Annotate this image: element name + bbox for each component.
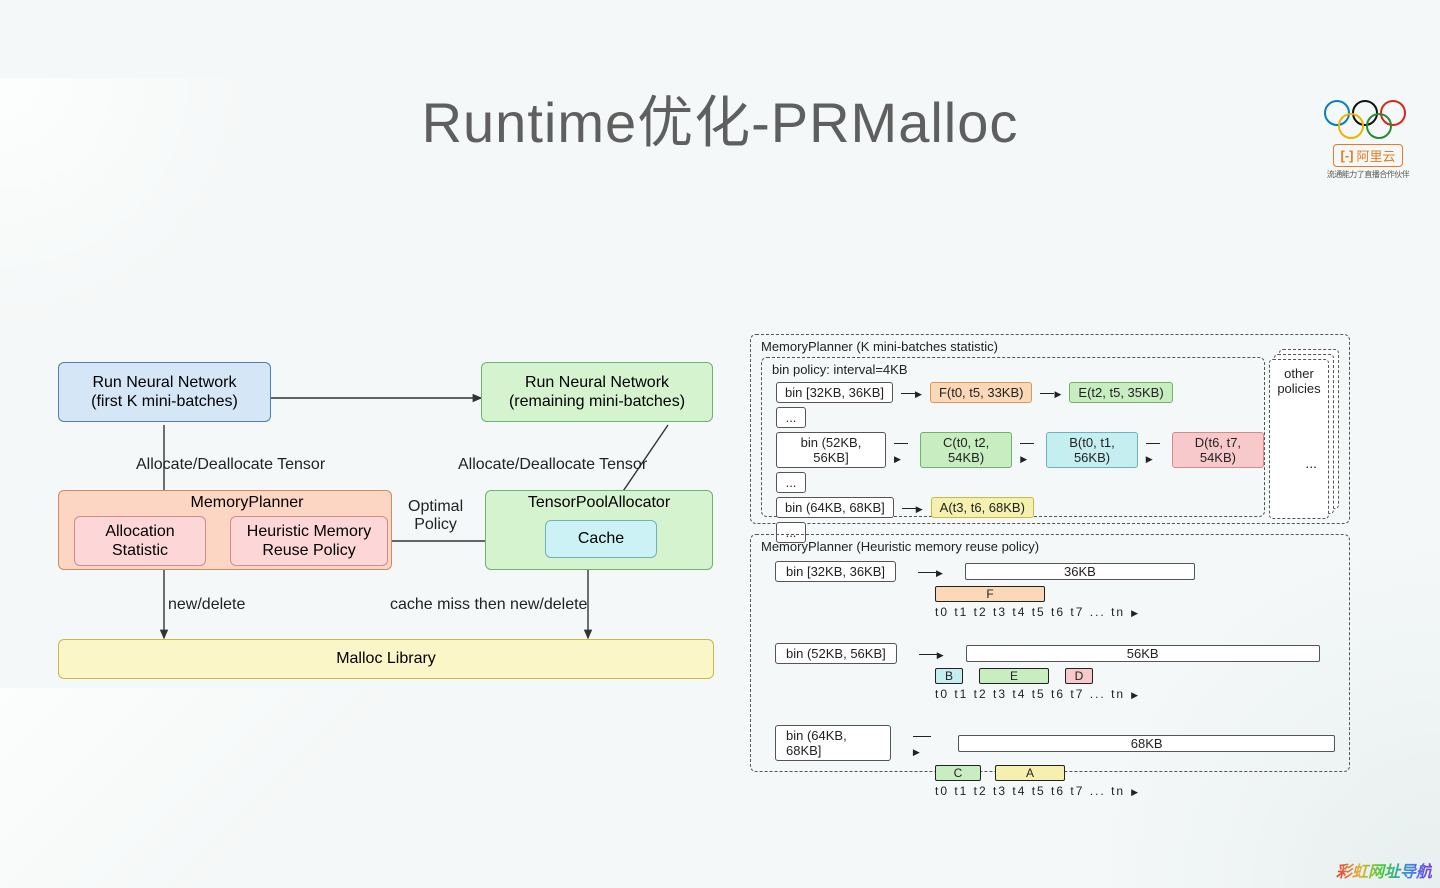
panel-top-title: MemoryPlanner (K mini-batches statistic): [761, 339, 998, 354]
alloc-chip: A(t3, t6, 68KB): [931, 497, 1034, 518]
bin-label: bin [32KB, 36KB]: [775, 561, 896, 582]
brand-subtext: 流通能力了直播合作伙伴: [1324, 169, 1412, 180]
bin-row: ...: [776, 472, 1264, 493]
tick-labels: t0 t1 t2 t3 t4 t5 t6 t7 ... tn: [935, 605, 1125, 619]
arrow-right-icon: ▶: [913, 728, 936, 758]
bin-slot: bin (52KB, 56KB]: [776, 432, 886, 468]
reuse-row: bin (52KB, 56KB] ▶ 56KBBEDt0 t1 t2 t3 t4 t…: [775, 643, 1335, 701]
alloc-chip: F(t0, t5, 33KB): [930, 382, 1033, 403]
arrow-right-icon: ▶: [918, 564, 943, 579]
label-new-delete: new/delete: [168, 596, 245, 614]
arrow-right-icon: ▶: [1020, 435, 1038, 465]
alloc-chip: B(t0, t1, 56KB): [1046, 432, 1138, 468]
box-run-nn-rest: Run Neural Network (remaining mini-batch…: [481, 362, 713, 422]
size-bar: 56KB: [966, 645, 1320, 662]
bin-label: bin (52KB, 56KB]: [775, 643, 897, 664]
timeline-segment: B: [935, 668, 963, 684]
axis-arrow-icon: [1131, 686, 1138, 701]
label-cache-miss: cache miss then new/delete: [390, 596, 587, 614]
box-run-nn-first: Run Neural Network (first K mini-batches…: [58, 362, 271, 422]
olympic-rings-icon: [1324, 100, 1412, 140]
bin-row: bin [32KB, 36KB] ▶ F(t0, t5, 33KB) ▶ E(t2, t…: [776, 382, 1264, 403]
timeline-segment: E: [979, 668, 1049, 684]
bin-label: bin (64KB, 68KB]: [775, 725, 891, 761]
timeline-segment: D: [1065, 668, 1093, 684]
label-tensorpool: TensorPoolAllocator: [528, 493, 670, 512]
arrow-right-icon: ▶: [902, 500, 923, 515]
size-bar: 36KB: [965, 563, 1195, 580]
box-cache: Cache: [545, 520, 657, 558]
arrow-right-icon: ▶: [894, 435, 912, 465]
tick-labels: t0 t1 t2 t3 t4 t5 t6 t7 ... tn: [935, 784, 1125, 798]
ellipsis-icon: ...: [1305, 455, 1317, 471]
bin-policy-header: bin policy: interval=4KB: [772, 362, 908, 377]
brand-text: 阿里云: [1356, 146, 1395, 165]
bin-row: ...: [776, 407, 1264, 428]
bin-slot: ...: [776, 472, 806, 493]
other-policies-label: other policies: [1269, 359, 1329, 519]
aliyun-brand-box: [-]阿里云: [1333, 144, 1402, 167]
reuse-row: bin (64KB, 68KB] ▶ 68KB CAt0 t1 t2 t3 t4 t5…: [775, 725, 1335, 798]
axis-arrow-icon: [1131, 604, 1138, 619]
arrow-right-icon: ▶: [1146, 435, 1164, 465]
size-bar: 68KB: [958, 735, 1335, 752]
label-alloc-dealloc-left: Allocate/Deallocate Tensor: [136, 456, 325, 474]
alloc-chip: E(t2, t5, 35KB): [1069, 382, 1172, 403]
sponsor-logo: [-]阿里云 流通能力了直播合作伙伴: [1324, 100, 1412, 180]
arrow-right-icon: ▶: [1040, 385, 1061, 400]
alloc-chip: D(t6, t7, 54KB): [1172, 432, 1264, 468]
watermark-text: 彩虹网址导航: [1336, 858, 1432, 882]
axis-arrow-icon: [1131, 783, 1138, 798]
bin-row: bin (64KB, 68KB] ▶ A(t3, t6, 68KB): [776, 497, 1264, 518]
arrow-right-icon: ▶: [901, 385, 922, 400]
label-memory-planner: MemoryPlanner: [191, 493, 304, 512]
bin-slot: ...: [776, 407, 806, 428]
timeline-segment: A: [995, 765, 1065, 781]
box-malloc-library: Malloc Library: [58, 639, 714, 679]
timeline-segment: C: [935, 765, 981, 781]
panel-bin-policy: bin policy: interval=4KB bin [32KB, 36KB…: [761, 357, 1265, 517]
bin-slot: bin [32KB, 36KB]: [776, 382, 893, 403]
bin-slot: bin (64KB, 68KB]: [776, 497, 894, 518]
panel-bot-title: MemoryPlanner (Heuristic memory reuse po…: [761, 539, 1039, 554]
left-flow-diagram: Run Neural Network (first K mini-batches…: [58, 358, 728, 688]
tick-labels: t0 t1 t2 t3 t4 t5 t6 t7 ... tn: [935, 687, 1125, 701]
bin-row: bin (52KB, 56KB] ▶ C(t0, t2, 54KB) ▶ B(t0, t…: [776, 432, 1264, 468]
box-allocation-statistic: Allocation Statistic: [74, 516, 206, 566]
box-heuristic-policy: Heuristic Memory Reuse Policy: [230, 516, 388, 566]
arrow-right-icon: ▶: [919, 646, 944, 661]
panel-minibatch-stat: MemoryPlanner (K mini-batches statistic)…: [750, 334, 1350, 524]
panel-heuristic-reuse: MemoryPlanner (Heuristic memory reuse po…: [750, 534, 1350, 772]
reuse-row: bin [32KB, 36KB] ▶ 36KB Ft0 t1 t2 t3 t4 t5 …: [775, 561, 1335, 619]
right-panels: MemoryPlanner (K mini-batches statistic)…: [750, 334, 1370, 784]
label-optimal-policy: Optimal Policy: [408, 498, 463, 534]
alloc-chip: C(t0, t2, 54KB): [920, 432, 1012, 468]
label-alloc-dealloc-right: Allocate/Deallocate Tensor: [458, 456, 647, 474]
timeline-segment: F: [935, 586, 1045, 602]
